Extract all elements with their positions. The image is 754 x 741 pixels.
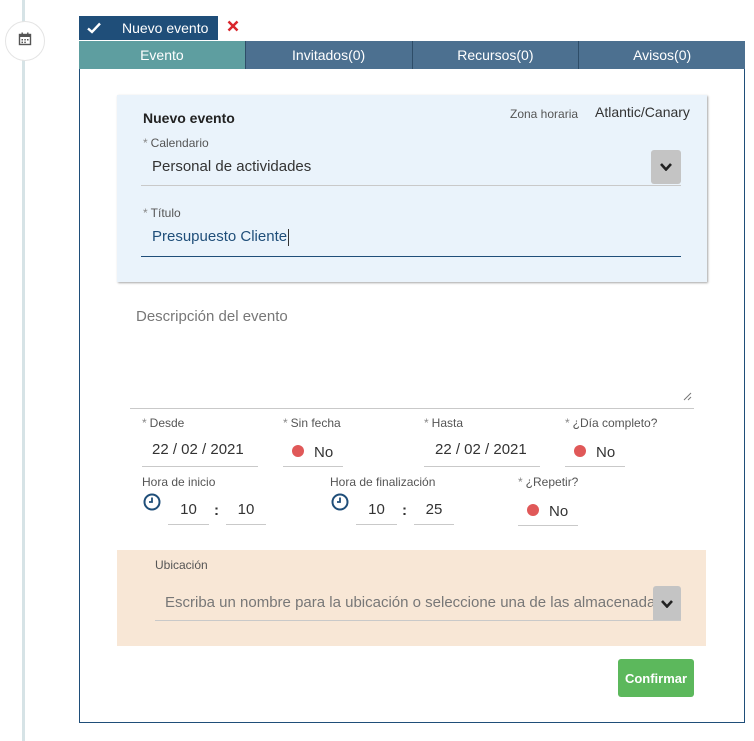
chevron-down-icon: [661, 595, 673, 613]
toggle-off-indicator: [292, 445, 304, 457]
calendar-icon: [18, 32, 32, 51]
close-icon: [227, 19, 239, 37]
calendar-select[interactable]: Personal de actividades: [141, 150, 681, 186]
timezone-label: Zona horaria: [510, 107, 579, 121]
start-hour-input[interactable]: 10: [168, 496, 209, 525]
repeat-toggle[interactable]: No: [518, 493, 578, 526]
required-mark: *: [143, 136, 148, 150]
no-date-value: No: [314, 444, 334, 461]
location-label: Ubicación: [155, 558, 208, 572]
no-date-label: * Sin fecha: [283, 416, 341, 430]
title-label-text: Título: [150, 206, 181, 220]
required-mark: *: [142, 416, 147, 430]
tab-bar: Evento Invitados(0) Recursos(0) Avisos(0…: [79, 41, 745, 69]
clock-icon: [331, 493, 349, 516]
title-input[interactable]: Presupuesto Cliente: [141, 223, 681, 257]
from-date-value: 22 / 02 / 2021: [152, 441, 244, 458]
title-label: * Título: [143, 206, 181, 220]
title-value: Presupuesto Cliente: [152, 228, 288, 245]
end-hour-input[interactable]: 10: [356, 496, 397, 525]
time-separator: :: [214, 502, 219, 519]
timezone-value: Atlantic/Canary: [595, 104, 690, 120]
tab-avisos[interactable]: Avisos(0): [578, 41, 745, 69]
to-date-input[interactable]: 22 / 02 / 2021: [424, 434, 540, 467]
from-date-input[interactable]: 22 / 02 / 2021: [142, 434, 258, 467]
all-day-label-text: ¿Día completo?: [572, 416, 658, 430]
to-date-value: 22 / 02 / 2021: [435, 441, 527, 458]
end-time-label: Hora de finalización: [330, 475, 436, 489]
from-label-text: Desde: [149, 416, 185, 430]
to-label-text: Hasta: [431, 416, 464, 430]
no-date-toggle[interactable]: No: [283, 434, 343, 467]
all-day-toggle[interactable]: No: [565, 434, 625, 467]
title-input-wrap: Presupuesto Cliente: [152, 228, 290, 246]
calendar-dropdown-button[interactable]: [651, 150, 681, 184]
location-input[interactable]: Escriba un nombre para la ubicación o se…: [155, 586, 681, 621]
required-mark: *: [565, 416, 570, 430]
tab-invitados[interactable]: Invitados(0): [244, 41, 412, 69]
from-label: * Desde: [142, 416, 184, 430]
tab-recursos[interactable]: Recursos(0): [411, 41, 579, 69]
required-mark: *: [143, 206, 148, 220]
chevron-down-icon: [660, 158, 672, 176]
check-icon: [79, 22, 109, 34]
calendar-node[interactable]: [5, 21, 45, 61]
repeat-value: No: [549, 503, 569, 520]
text-caret: [288, 228, 290, 246]
event-header-panel: Nuevo evento Zona horaria Atlantic/Canar…: [117, 95, 707, 282]
header-title: Nuevo evento: [143, 110, 235, 126]
description-placeholder: Descripción del evento: [136, 308, 288, 325]
repeat-label: * ¿Repetir?: [518, 475, 578, 489]
all-day-value: No: [596, 444, 616, 461]
required-mark: *: [518, 475, 523, 489]
tab-evento[interactable]: Evento: [79, 41, 245, 69]
end-minute-input[interactable]: 25: [414, 496, 454, 525]
repeat-label-text: ¿Repetir?: [525, 475, 579, 489]
all-day-label: * ¿Día completo?: [565, 416, 657, 430]
no-date-label-text: Sin fecha: [290, 416, 341, 430]
confirm-button[interactable]: Confirmar: [618, 659, 694, 697]
location-placeholder: Escriba un nombre para la ubicación o se…: [165, 594, 655, 611]
location-dropdown-button[interactable]: [653, 586, 681, 620]
start-time-label: Hora de inicio: [142, 475, 216, 489]
close-button[interactable]: [223, 17, 243, 39]
calendar-value: Personal de actividades: [152, 158, 312, 175]
new-event-badge: Nuevo evento: [79, 16, 218, 40]
timeline-rail: [22, 0, 25, 741]
toggle-off-indicator: [527, 504, 539, 516]
toggle-off-indicator: [574, 445, 586, 457]
location-panel: Ubicación Escriba un nombre para la ubic…: [117, 550, 706, 646]
required-mark: *: [424, 416, 429, 430]
calendar-label: * Calendario: [143, 136, 209, 150]
clock-icon: [143, 493, 161, 516]
resize-handle-icon[interactable]: [682, 388, 692, 406]
badge-title: Nuevo evento: [122, 20, 209, 36]
start-minute-input[interactable]: 10: [226, 496, 266, 525]
required-mark: *: [283, 416, 288, 430]
calendar-label-text: Calendario: [150, 136, 209, 150]
time-separator: :: [402, 502, 407, 519]
to-label: * Hasta: [424, 416, 463, 430]
description-textarea[interactable]: Descripción del evento: [130, 296, 694, 409]
